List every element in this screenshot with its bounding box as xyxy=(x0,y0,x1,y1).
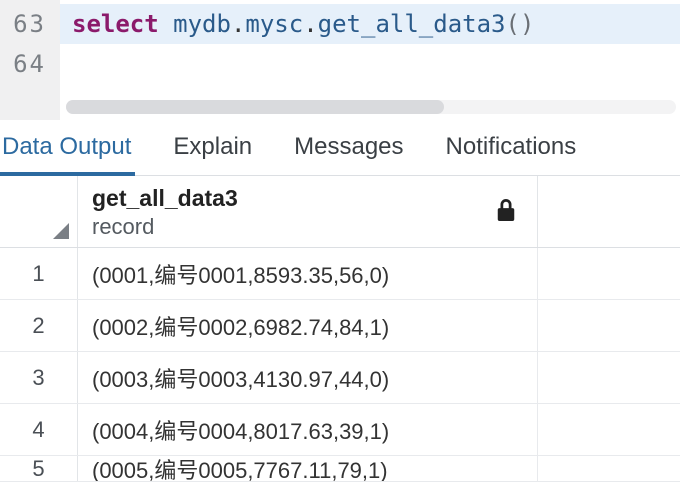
column-name: get_all_data3 xyxy=(92,184,238,213)
lock-icon xyxy=(495,197,523,228)
row-number[interactable]: 4 xyxy=(0,404,78,455)
scrollbar-thumb[interactable] xyxy=(66,100,444,114)
line-number: 63 xyxy=(0,4,60,44)
horizontal-scrollbar[interactable] xyxy=(66,100,676,114)
code-area[interactable]: select mydb.mysc.get_all_data3() xyxy=(60,0,680,120)
tab-notifications[interactable]: Notifications xyxy=(444,121,579,175)
table-row[interactable]: 5 (0005,编号0005,7767.11,79,1) xyxy=(0,456,680,482)
tab-messages[interactable]: Messages xyxy=(292,121,405,175)
table-row[interactable]: 3 (0003,编号0003,4130.97,44,0) xyxy=(0,352,680,404)
table-row[interactable]: 1 (0001,编号0001,8593.35,56,0) xyxy=(0,248,680,300)
column-type: record xyxy=(92,213,238,241)
row-number[interactable]: 5 xyxy=(0,456,78,481)
cell-value[interactable]: (0001,编号0001,8593.35,56,0) xyxy=(78,248,538,299)
line-number: 64 xyxy=(0,44,60,84)
results-grid: get_all_data3 record 1 (0001,编号0001,8593… xyxy=(0,176,680,482)
row-number-header[interactable] xyxy=(0,176,78,247)
cell-value[interactable]: (0005,编号0005,7767.11,79,1) xyxy=(78,456,538,481)
column-header[interactable]: get_all_data3 record xyxy=(78,176,538,247)
code-line[interactable]: select mydb.mysc.get_all_data3() xyxy=(60,4,680,44)
cell-value[interactable]: (0002,编号0002,6982.74,84,1) xyxy=(78,300,538,351)
cell-value[interactable]: (0003,编号0003,4130.97,44,0) xyxy=(78,352,538,403)
row-number[interactable]: 2 xyxy=(0,300,78,351)
table-row[interactable]: 2 (0002,编号0002,6982.74,84,1) xyxy=(0,300,680,352)
code-line[interactable] xyxy=(60,44,680,84)
row-number[interactable]: 3 xyxy=(0,352,78,403)
row-number[interactable]: 1 xyxy=(0,248,78,299)
tab-data-output[interactable]: Data Output xyxy=(0,121,133,175)
cell-value[interactable]: (0004,编号0004,8017.63,39,1) xyxy=(78,404,538,455)
table-row[interactable]: 4 (0004,编号0004,8017.63,39,1) xyxy=(0,404,680,456)
tab-explain[interactable]: Explain xyxy=(171,121,254,175)
header-spacer xyxy=(538,176,680,247)
select-all-triangle-icon[interactable] xyxy=(53,223,69,239)
code-editor[interactable]: 63 64 select mydb.mysc.get_all_data3() xyxy=(0,0,680,120)
result-tabs: Data Output Explain Messages Notificatio… xyxy=(0,120,680,176)
line-gutter: 63 64 xyxy=(0,0,60,120)
grid-header: get_all_data3 record xyxy=(0,176,680,248)
